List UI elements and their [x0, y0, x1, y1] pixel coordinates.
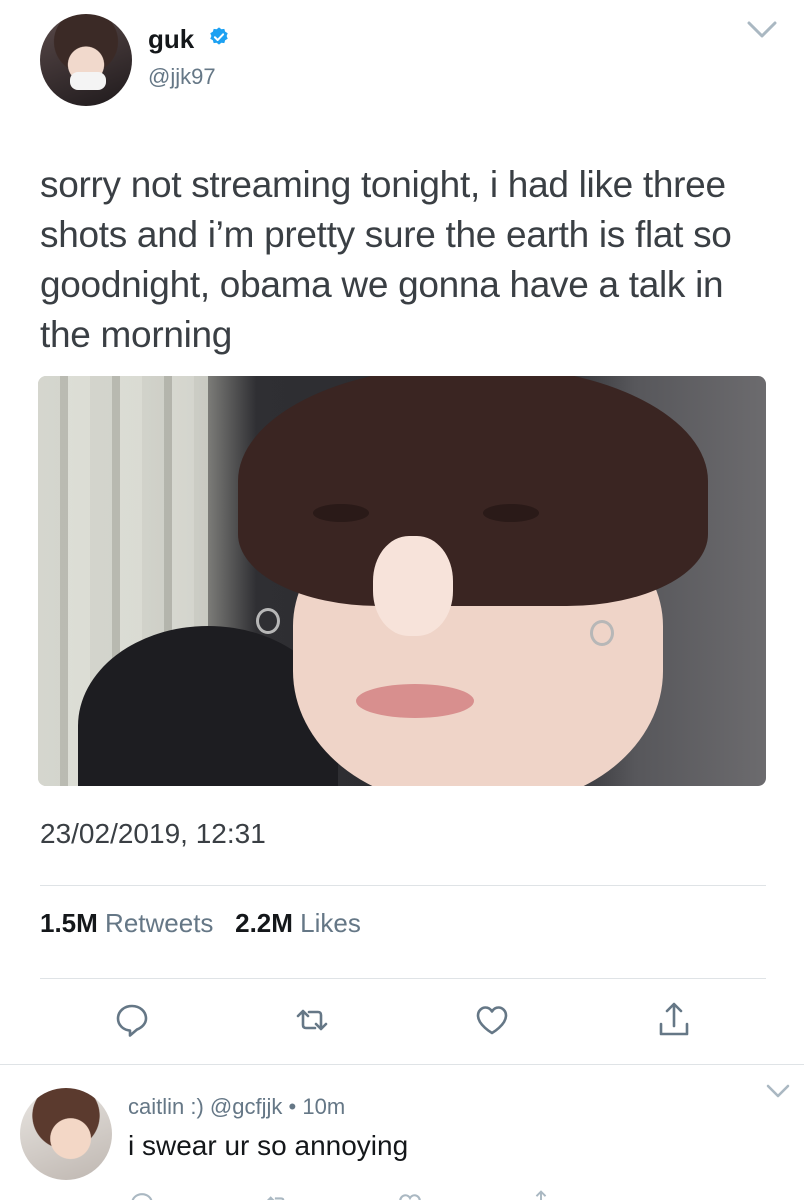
verified-badge-icon [210, 27, 228, 45]
chevron-down-icon[interactable] [766, 1084, 790, 1098]
author-display-name[interactable]: guk [148, 24, 194, 55]
reply-handle[interactable]: @gcfjjk [210, 1094, 282, 1119]
tweet-photo[interactable] [38, 376, 766, 786]
reply-tweet[interactable]: caitlin :) @gcfjjk • 10m i swear ur so a… [0, 1064, 804, 1200]
chevron-down-icon[interactable] [746, 20, 778, 40]
share-icon[interactable] [654, 1000, 694, 1040]
reply-action-bar [128, 1184, 688, 1200]
author-handle[interactable]: @jjk97 [148, 64, 216, 90]
share-icon[interactable] [528, 1188, 554, 1200]
like-stat[interactable]: 2.2M Likes [235, 908, 361, 938]
reply-meta: caitlin :) @gcfjjk • 10m [128, 1094, 345, 1120]
tweet-header: guk @jjk97 [40, 14, 780, 114]
reply-icon[interactable] [112, 1000, 152, 1040]
divider [40, 978, 766, 979]
tweet-stats: 1.5M Retweets 2.2M Likes [40, 908, 361, 939]
reply-display-name[interactable]: caitlin :) [128, 1094, 204, 1119]
like-icon[interactable] [472, 1000, 512, 1040]
reply-separator: • [288, 1094, 297, 1119]
reply-time: 10m [302, 1094, 346, 1119]
reply-icon[interactable] [128, 1190, 156, 1200]
retweet-icon[interactable] [262, 1190, 292, 1200]
reply-avatar[interactable] [20, 1088, 112, 1180]
retweet-count: 1.5M [40, 908, 98, 938]
retweet-label: Retweets [105, 908, 214, 938]
retweet-stat[interactable]: 1.5M Retweets [40, 908, 221, 938]
tweet-action-bar [40, 1000, 766, 1044]
retweet-icon[interactable] [292, 1000, 332, 1040]
divider [40, 885, 766, 886]
like-icon[interactable] [396, 1190, 424, 1200]
author-avatar[interactable] [40, 14, 132, 106]
tweet-text: sorry not streaming tonight, i had like … [40, 164, 732, 355]
like-count: 2.2M [235, 908, 293, 938]
tweet-timestamp: 23/02/2019, 12:31 [40, 818, 266, 849]
like-label: Likes [300, 908, 361, 938]
reply-text: i swear ur so annoying [128, 1130, 409, 1161]
